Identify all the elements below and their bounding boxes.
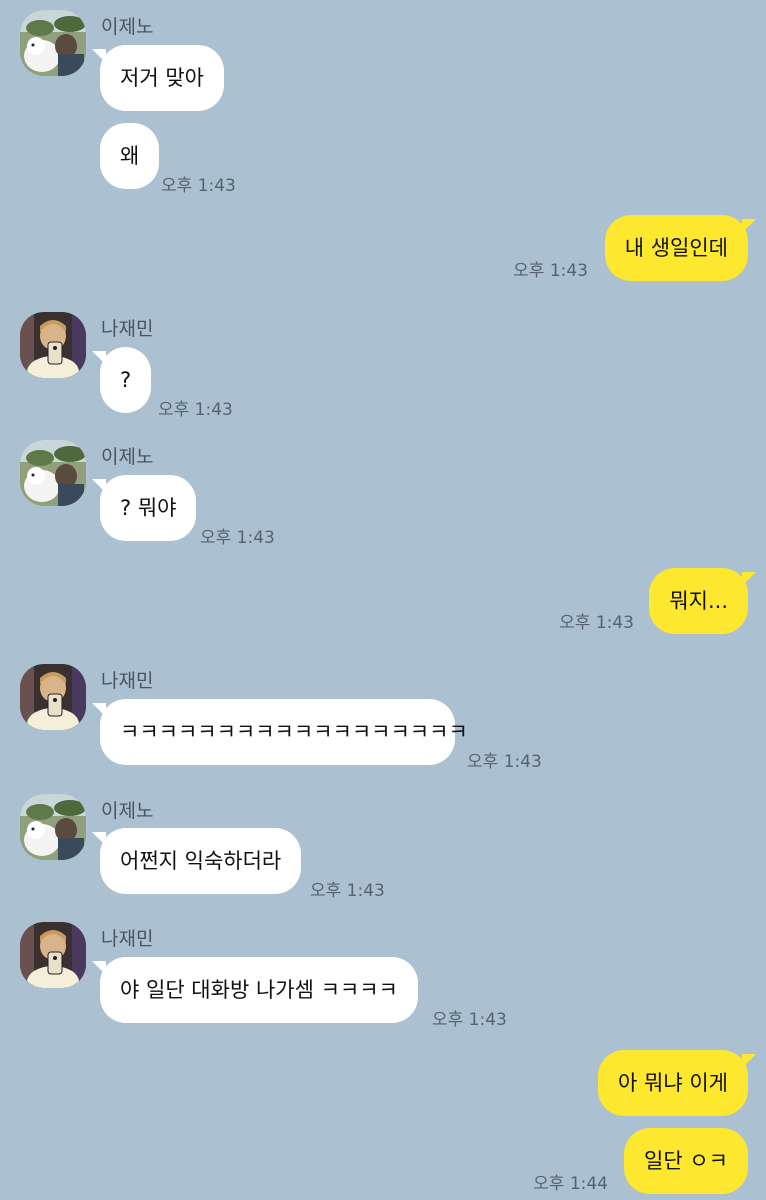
message-text: 어쩐지 익숙하더라 — [120, 849, 282, 873]
message-time: 오후 1:43 — [432, 1010, 507, 1030]
message-time: 오후 1:43 — [513, 261, 588, 281]
message-time: 오후 1:43 — [559, 613, 634, 633]
avatar-jeno[interactable] — [20, 10, 86, 76]
message-time: 오후 1:43 — [158, 400, 233, 420]
message-bubble-outgoing[interactable]: 일단 ㅇㅋ — [624, 1128, 748, 1194]
message-bubble[interactable]: 어쩐지 익숙하더라 — [91, 828, 302, 894]
message-bubble[interactable]: 왜 — [100, 123, 160, 189]
selfie-photo-icon — [20, 664, 86, 730]
message-text: ㅋㅋㅋㅋㅋㅋㅋㅋㅋㅋㅋㅋㅋㅋㅋㅋㅋㅋ — [120, 720, 468, 744]
message-text: 일단 ㅇㅋ — [644, 1149, 728, 1173]
message-bubble[interactable]: 야 일단 대화방 나가셈 ㅋㅋㅋㅋ — [92, 957, 418, 1023]
message-bubble[interactable]: ? 뭐야 — [91, 475, 197, 541]
sender-name: 이제노 — [101, 446, 154, 468]
avatar-jeno[interactable] — [20, 794, 86, 860]
avatar-jaemin[interactable] — [20, 922, 86, 988]
message-bubble-outgoing[interactable]: 아 뭐냐 이게 — [598, 1050, 756, 1116]
avatar-jaemin[interactable] — [20, 664, 86, 730]
selfie-photo-icon — [20, 312, 86, 378]
message-text: ? 뭐야 — [120, 496, 177, 520]
dog-photo-icon — [20, 794, 86, 860]
avatar-jaemin[interactable] — [20, 312, 86, 378]
message-text: 왜 — [120, 144, 140, 168]
message-time: 오후 1:43 — [467, 752, 542, 772]
sender-name: 이제노 — [101, 800, 154, 822]
message-bubble-outgoing[interactable]: 내 생일인데 — [604, 215, 757, 281]
message-bubble[interactable]: 저거 맞아 — [92, 45, 224, 111]
message-time: 오후 1:43 — [161, 176, 236, 196]
message-time: 오후 1:43 — [310, 881, 385, 901]
sender-name: 나재민 — [101, 928, 154, 950]
sender-name: 이제노 — [101, 16, 154, 38]
message-text: 내 생일인데 — [624, 236, 728, 260]
message-text: 아 뭐냐 이게 — [618, 1071, 728, 1095]
sender-name: 나재민 — [101, 670, 154, 692]
message-text: ? — [120, 368, 132, 392]
message-text: 뭐지... — [669, 589, 728, 613]
message-time: 오후 1:44 — [533, 1174, 608, 1194]
message-bubble-outgoing[interactable]: 뭐지... — [649, 568, 756, 634]
message-bubble[interactable]: ? — [91, 347, 152, 413]
avatar-jeno[interactable] — [20, 440, 86, 506]
dog-photo-icon — [20, 10, 86, 76]
dog-photo-icon — [20, 440, 86, 506]
message-bubble[interactable]: ㅋㅋㅋㅋㅋㅋㅋㅋㅋㅋㅋㅋㅋㅋㅋㅋㅋㅋ — [92, 699, 468, 765]
message-text: 야 일단 대화방 나가셈 ㅋㅋㅋㅋ — [120, 978, 398, 1002]
message-time: 오후 1:43 — [200, 528, 275, 548]
selfie-photo-icon — [20, 922, 86, 988]
message-text: 저거 맞아 — [120, 66, 204, 90]
sender-name: 나재민 — [101, 318, 154, 340]
